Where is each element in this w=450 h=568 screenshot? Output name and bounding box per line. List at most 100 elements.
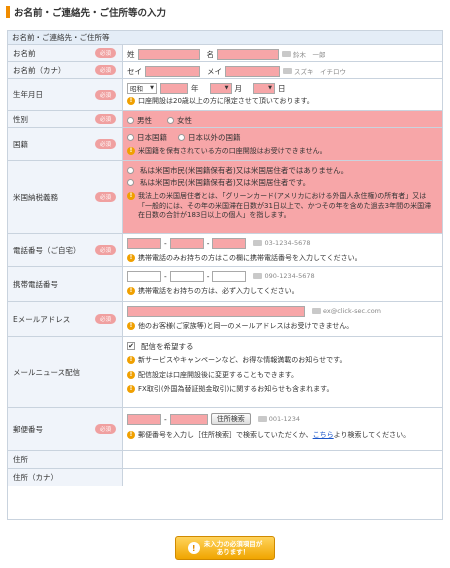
- birth-year-input[interactable]: [160, 82, 188, 94]
- nationality-other-radio[interactable]: 日本以外の国籍: [178, 132, 241, 143]
- form-table: お名前・ご連絡先・ご住所等 お名前 必須 姓 名 鈴木 一郎 お名前（カナ） 必須 …: [7, 30, 443, 520]
- info-icon: !: [127, 287, 135, 295]
- name-example: 鈴木 一郎: [282, 49, 326, 59]
- postal-note: ! 郵便番号を入力し［住所検索］で検索していただくか、こちらより検索してください。: [127, 431, 438, 441]
- postal-part2-input[interactable]: [169, 413, 208, 425]
- era-select[interactable]: 昭和 ▼: [127, 82, 157, 94]
- checkmark-icon: ✔: [127, 342, 135, 350]
- kana-example: スズキ イチロウ: [283, 66, 346, 76]
- email-label: Eメールアドレス: [13, 314, 71, 324]
- row-mobile: 携帯電話番号 - - 090-1234-5678 ! 携帯電話をお持ちの方は、必ず…: [8, 267, 442, 302]
- first-name-kana-input[interactable]: [225, 65, 280, 77]
- row-nationality: 国籍 必須 日本国籍 日本以外の国籍 ! 米国籍を保有されている方の口座開設はお受け…: [8, 128, 442, 161]
- title-bar-marker: [6, 6, 10, 18]
- phone-part1-input[interactable]: [127, 237, 161, 249]
- info-icon: !: [127, 431, 135, 439]
- mobile-part3-input[interactable]: [212, 270, 247, 282]
- row-birth: 生年月日 必須 昭和 ▼ 年 ▼ 月 ▼ 日 ! 口座開設は20歳以上の方に限定させて…: [8, 79, 442, 111]
- birth-note: ! 口座開設は20歳以上の方に限定させて頂いております。: [127, 97, 438, 107]
- gender-male-radio[interactable]: 男性: [127, 115, 152, 126]
- gender-female-radio[interactable]: 女性: [167, 115, 192, 126]
- info-icon: !: [127, 147, 135, 155]
- nationality-label: 国籍: [13, 139, 28, 149]
- mobile-label: 携帯電話番号: [13, 279, 58, 289]
- row-address: 住所: [8, 451, 442, 469]
- required-badge: 必須: [94, 65, 116, 75]
- example-icon: [253, 240, 263, 246]
- postal-search-link[interactable]: こちら: [313, 431, 334, 439]
- postal-example: 001-1234: [257, 415, 300, 423]
- chevron-down-icon: ▼: [268, 85, 272, 91]
- row-us-tax: 米国納税義務 必須 私は米国市民(米国籍保有者)又は米国居住者ではありません。 私…: [8, 161, 442, 234]
- example-icon: [253, 273, 263, 279]
- example-icon: [257, 416, 267, 422]
- email-example: ex@click-sec.com: [312, 307, 381, 315]
- us-tax-yes-radio[interactable]: 私は米国市民(米国籍保有者)又は米国居住者です。: [127, 176, 438, 188]
- info-icon: !: [127, 385, 135, 393]
- info-icon: !: [127, 97, 135, 105]
- phone-note: ! 携帯電話のみお持ちの方はこの欄に携帯電話番号を入力してください。: [127, 254, 438, 264]
- row-name: お名前 必須 姓 名 鈴木 一郎: [8, 45, 442, 62]
- us-tax-no-radio[interactable]: 私は米国市民(米国籍保有者)又は米国居住者ではありません。: [127, 164, 438, 176]
- address-search-button[interactable]: 住所検索: [210, 413, 251, 425]
- info-icon: !: [127, 254, 135, 262]
- kana-label: お名前（カナ）: [13, 65, 66, 75]
- required-badge: 必須: [94, 89, 116, 100]
- phone-label: 電話番号（ご自宅）: [13, 245, 81, 255]
- us-tax-label: 米国納税義務: [13, 192, 58, 202]
- last-name-input[interactable]: [137, 48, 200, 60]
- address-kana-label: 住所（カナ）: [13, 473, 58, 482]
- newsletter-checkbox[interactable]: ✔ 配信を希望する: [127, 340, 438, 352]
- chevron-down-icon: ▼: [224, 85, 229, 91]
- sei-kana-label: セイ: [127, 66, 142, 76]
- mei-label: 名: [206, 49, 215, 59]
- example-icon: [283, 68, 292, 74]
- email-input[interactable]: [127, 305, 305, 317]
- required-badge: 必須: [94, 192, 116, 202]
- row-phone: 電話番号（ご自宅） 必須 - - 03-1234-5678 ! 携帯電話のみお持ちの…: [8, 234, 442, 267]
- last-name-kana-input[interactable]: [145, 65, 200, 77]
- section-header: お名前・ご連絡先・ご住所等: [8, 31, 442, 45]
- info-icon: !: [127, 370, 135, 379]
- warning-icon: !: [187, 542, 200, 554]
- name-label: お名前: [13, 48, 36, 58]
- birth-day-select[interactable]: ▼: [253, 82, 275, 94]
- page-title-text: お名前・ご連絡先・ご住所等の入力: [14, 8, 167, 19]
- newsletter-note: ! FX取引(外国為替証拠金取引)に関するお知らせも含まれます。: [127, 385, 438, 395]
- phone-part3-input[interactable]: [212, 237, 247, 249]
- us-tax-note: ! 我法上の米国居住者とは、「グリーンカード(アメリカにおける外国人永住権)の所有…: [127, 192, 438, 221]
- phone-part2-input[interactable]: [169, 237, 204, 249]
- example-icon: [312, 308, 321, 314]
- newsletter-note: ! 新サービスやキャンペーンなど、お得な情報満載のお知らせです。: [127, 356, 438, 366]
- mobile-example: 090-1234-5678: [253, 272, 315, 280]
- newsletter-label: メールニュース配信: [13, 367, 81, 377]
- info-icon: !: [127, 322, 135, 330]
- required-badge: 必須: [94, 314, 116, 324]
- example-icon: [282, 51, 291, 57]
- row-newsletter: メールニュース配信 ✔ 配信を希望する ! 新サービスやキャンペーンなど、お得な情報…: [8, 337, 442, 408]
- newsletter-note: ! 配信設定は口座開設後に変更することもできます。: [127, 370, 438, 381]
- row-gender: 性別 必須 男性 女性: [8, 111, 442, 128]
- mobile-note: ! 携帯電話をお持ちの方は、必ず入力してください。: [127, 287, 438, 297]
- email-note: ! 他のお客様(ご家族等)と同一のメールアドレスはお受けできません。: [127, 322, 438, 332]
- birth-month-select[interactable]: ▼: [209, 82, 232, 94]
- row-kana: お名前（カナ） 必須 セイ メイ スズキ イチロウ: [8, 62, 442, 79]
- info-icon: !: [127, 192, 135, 200]
- row-postal: 郵便番号 必須 - 住所検索 001-1234 ! 郵便番号を入力し［住所検索］で検…: [8, 408, 442, 451]
- mobile-part2-input[interactable]: [169, 270, 204, 282]
- required-badge: 必須: [94, 424, 116, 434]
- required-badge: 必須: [94, 139, 116, 149]
- required-badge: 必須: [94, 245, 116, 255]
- mobile-part1-input[interactable]: [127, 270, 161, 282]
- info-icon: !: [127, 356, 135, 364]
- nationality-japan-radio[interactable]: 日本国籍: [127, 132, 167, 143]
- required-badge: 必須: [94, 114, 116, 124]
- first-name-input[interactable]: [217, 48, 279, 60]
- gender-label: 性別: [13, 114, 28, 124]
- submit-warning-button[interactable]: ! 未入力の必須項目が あります！: [175, 536, 275, 560]
- address-label: 住所: [13, 455, 28, 464]
- mei-kana-label: メイ: [207, 66, 222, 76]
- postal-part1-input[interactable]: [127, 413, 161, 425]
- birth-label: 生年月日: [13, 90, 43, 99]
- sei-label: 姓: [127, 49, 135, 59]
